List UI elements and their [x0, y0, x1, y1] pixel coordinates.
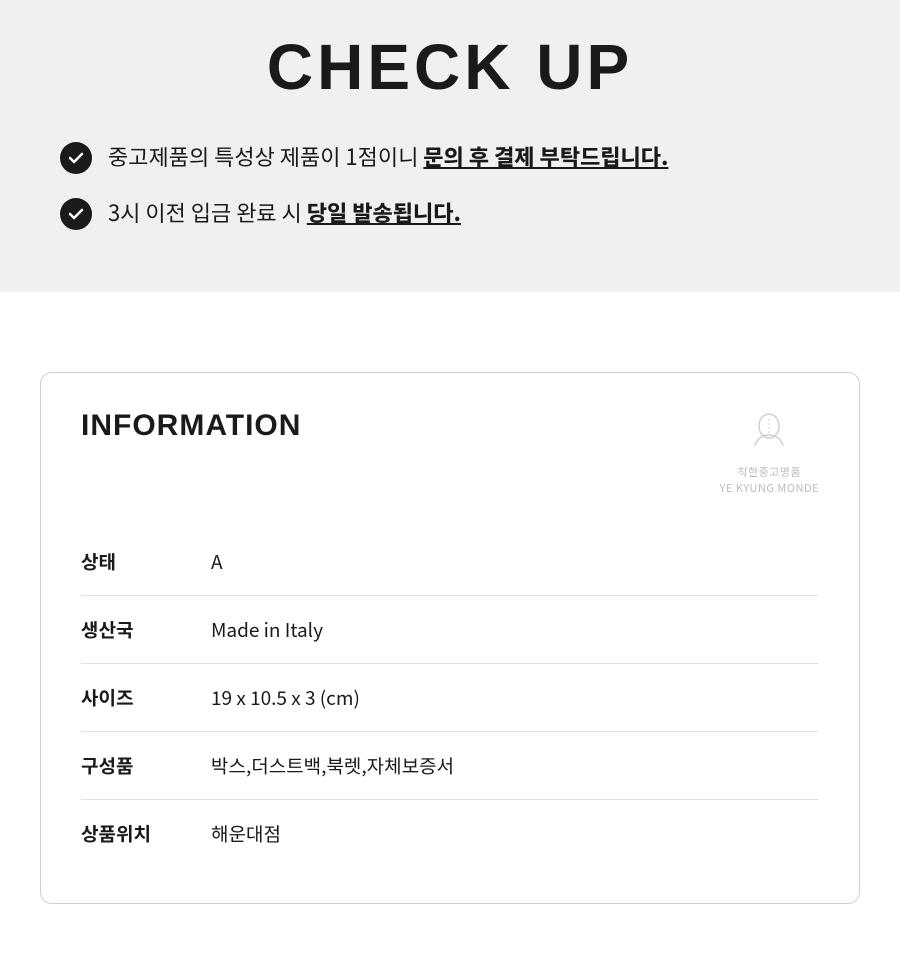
check-icon-2	[60, 198, 92, 230]
checklist: 중고제품의 특성상 제품이 1점이니 문의 후 결제 부탁드립니다. 3시 이전…	[40, 140, 860, 230]
info-header: INFORMATION 착한중고명품 YE KYUNG MONDE	[81, 409, 819, 496]
info-section: INFORMATION 착한중고명품 YE KYUNG MONDE 상태 A	[0, 372, 900, 964]
checklist-text-1: 중고제품의 특성상 제품이 1점이니 문의 후 결제 부탁드립니다.	[108, 140, 668, 173]
brand-logo-icon	[747, 409, 791, 462]
page-title: CHECK UP	[40, 30, 860, 104]
label-origin: 생산국	[81, 616, 211, 643]
checklist-bold-1: 문의 후 결제 부탁드립니다.	[423, 140, 668, 172]
value-status: A	[211, 548, 223, 575]
brand-sub: YE KYUNG MONDE	[720, 480, 819, 496]
info-row-origin: 생산국 Made in Italy	[81, 596, 819, 664]
info-row-location: 상품위치 해운대점	[81, 800, 819, 867]
check-icon-1	[60, 142, 92, 174]
checklist-bold-2: 당일 발송됩니다.	[307, 196, 461, 228]
brand-name: 착한중고명품	[737, 464, 801, 480]
info-row-status: 상태 A	[81, 528, 819, 596]
checklist-item-1: 중고제품의 특성상 제품이 1점이니 문의 후 결제 부탁드립니다.	[60, 140, 840, 174]
label-location: 상품위치	[81, 820, 211, 847]
info-title: INFORMATION	[81, 409, 301, 443]
checklist-item-2: 3시 이전 입금 완료 시 당일 발송됩니다.	[60, 196, 840, 230]
value-size: 19 x 10.5 x 3 (cm)	[211, 684, 360, 711]
info-card: INFORMATION 착한중고명품 YE KYUNG MONDE 상태 A	[40, 372, 860, 904]
label-status: 상태	[81, 548, 211, 575]
brand-logo: 착한중고명품 YE KYUNG MONDE	[720, 409, 819, 496]
info-row-contents: 구성품 박스,더스트백,북렛,자체보증서	[81, 732, 819, 800]
value-origin: Made in Italy	[211, 616, 323, 643]
header-section: CHECK UP 중고제품의 특성상 제품이 1점이니 문의 후 결제 부탁드립…	[0, 0, 900, 292]
label-contents: 구성품	[81, 752, 211, 779]
divider	[0, 292, 900, 372]
value-location: 해운대점	[211, 820, 281, 847]
checklist-text-2: 3시 이전 입금 완료 시 당일 발송됩니다.	[108, 196, 461, 229]
label-size: 사이즈	[81, 684, 211, 711]
info-row-size: 사이즈 19 x 10.5 x 3 (cm)	[81, 664, 819, 732]
value-contents: 박스,더스트백,북렛,자체보증서	[211, 752, 454, 779]
info-rows: 상태 A 생산국 Made in Italy 사이즈 19 x 10.5 x 3…	[81, 528, 819, 867]
